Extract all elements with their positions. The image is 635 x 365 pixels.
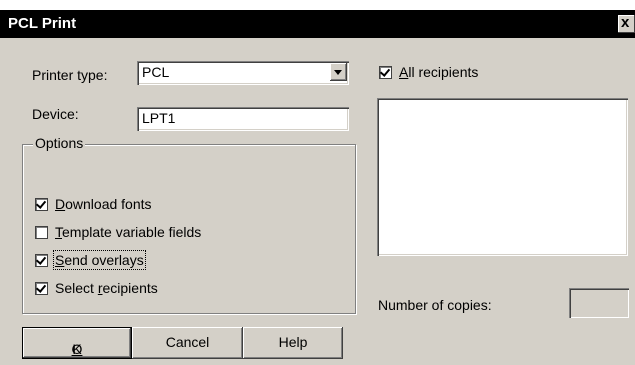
options-group-title: Options xyxy=(33,135,86,151)
device-label: Device: xyxy=(32,106,79,122)
close-button[interactable]: x xyxy=(618,14,635,33)
cancel-button-label: Cancel xyxy=(165,334,210,350)
close-icon: x xyxy=(621,14,630,31)
pcl-print-dialog: PCL Print x Printer type: PCL Device: LP… xyxy=(0,10,635,365)
all-recipients-label: All recipients xyxy=(399,64,479,80)
help-button[interactable]: Help xyxy=(243,327,343,359)
send-overlays-label: Send overlays xyxy=(53,250,146,270)
copies-input[interactable] xyxy=(569,288,629,318)
printer-type-label: Printer type: xyxy=(32,67,108,83)
template-variable-fields-check-icon[interactable] xyxy=(35,226,48,239)
chevron-down-icon[interactable] xyxy=(330,63,347,81)
select-recipients-check-icon[interactable] xyxy=(35,282,48,295)
select-recipients-label: Select recipients xyxy=(55,280,158,296)
dialog-title: PCL Print xyxy=(8,15,77,32)
send-overlays-check-icon[interactable] xyxy=(35,254,48,267)
download-fonts-check-icon[interactable] xyxy=(35,198,48,211)
help-button-label: Help xyxy=(278,334,308,350)
title-bar[interactable]: PCL Print x xyxy=(0,10,635,38)
printer-type-value: PCL xyxy=(142,64,170,80)
device-value: LPT1 xyxy=(142,110,176,126)
options-groupbox: Options Download fonts Template variable… xyxy=(22,135,356,314)
download-fonts-label: Download fonts xyxy=(55,196,152,212)
device-input[interactable]: LPT1 xyxy=(137,107,349,131)
copies-label: Number of copies: xyxy=(378,297,492,313)
cancel-button[interactable]: Cancel xyxy=(132,327,243,359)
all-recipients-check-icon[interactable] xyxy=(379,66,392,79)
template-variable-fields-label: Template variable fields xyxy=(55,224,202,240)
ok-button[interactable]: OK xyxy=(22,327,132,359)
recipients-listbox[interactable] xyxy=(377,98,628,256)
printer-type-select[interactable]: PCL xyxy=(137,61,349,85)
